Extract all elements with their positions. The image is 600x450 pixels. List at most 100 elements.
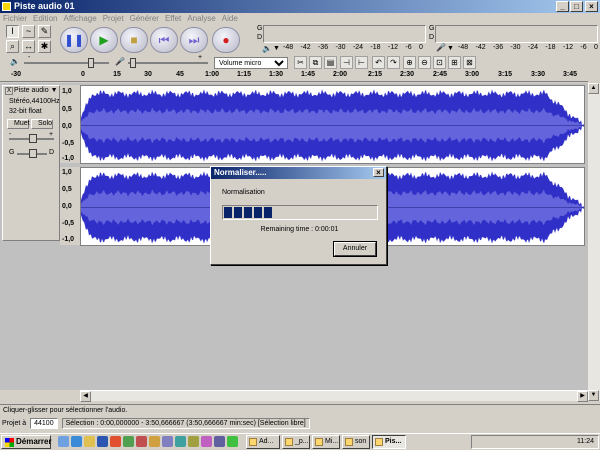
quicklaunch-app-icon[interactable] [201,436,212,447]
folder-icon [345,438,353,446]
gain-minus-label: - [9,131,12,138]
play-meter-menu-icon[interactable]: ▼ [273,45,280,52]
menu-projet[interactable]: Projet [103,13,124,24]
maximize-button[interactable]: □ [570,1,583,12]
meter-tick: 0 [418,44,423,51]
menu-analyse[interactable]: Analyse [187,13,215,24]
scale-label: 1,0 [62,169,72,176]
menu-aide[interactable]: Aide [222,13,238,24]
redo-icon[interactable]: ↷ [387,56,400,69]
quicklaunch-media-icon[interactable] [110,436,121,447]
silence-icon[interactable]: ⊢ [355,56,368,69]
record-meter[interactable] [435,25,598,43]
gain-thumb[interactable] [29,134,37,143]
trim-icon[interactable]: ⊣ [340,56,353,69]
pan-thumb[interactable] [29,149,37,158]
skip-start-button[interactable]: ⏮ [150,27,178,53]
scale-label: -0,5 [62,140,75,147]
quicklaunch-app-icon[interactable] [123,436,134,447]
rec-meter-menu-icon[interactable]: ▼ [447,45,454,52]
menu-generer[interactable]: Générer [130,13,159,24]
menu-affichage[interactable]: Affichage [63,13,96,24]
task-button[interactable]: Mi... [312,435,340,449]
output-volume-icon: 🔈 [10,57,20,66]
quicklaunch-ie-icon[interactable] [71,436,82,447]
scale-label: 0,5 [62,106,72,113]
quicklaunch-desktop-icon[interactable] [58,436,69,447]
cancel-button[interactable]: Annuler [333,241,377,257]
vertical-scrollbar[interactable]: ▲ ▼ [588,83,600,401]
paste-icon[interactable]: ▤ [324,56,337,69]
quicklaunch-app-icon[interactable] [227,436,238,447]
track-close-button[interactable]: X [5,87,13,95]
close-button[interactable]: × [585,1,598,12]
minimize-button[interactable]: _ [556,1,569,12]
scroll-left-icon[interactable]: ◀ [80,391,91,402]
dialog-close-button[interactable]: × [373,168,384,177]
menu-edition[interactable]: Edition [33,13,57,24]
horizontal-scrollbar[interactable]: ◀ ▶ [80,390,588,402]
menu-fichier[interactable]: Fichier [3,13,27,24]
quicklaunch-app-icon[interactable] [136,436,147,447]
undo-icon[interactable]: ↶ [372,56,385,69]
skip-end-button[interactable]: ⏭ [180,27,208,53]
playback-meter[interactable] [263,25,426,43]
timeshift-tool-icon[interactable]: ↔ [22,40,35,53]
app-icon [2,2,11,11]
quicklaunch-word-icon[interactable] [97,436,108,447]
cut-icon[interactable]: ✂ [294,56,307,69]
menu-effet[interactable]: Effet [165,13,181,24]
timeline-ruler[interactable]: -30 0 15 30 45 1:00 1:15 1:30 1:45 2:00 … [0,70,588,82]
ruler-tick: 15 [113,71,121,78]
fit-selection-icon[interactable]: ⊡ [433,56,446,69]
ruler-tick: 1:30 [268,71,284,78]
start-button[interactable]: Démarrer [1,435,52,449]
mute-button[interactable]: Muet [7,119,30,129]
task-label: _p... [295,438,309,445]
zoom-tool-icon[interactable]: ⌕ [6,40,19,53]
task-button[interactable]: Ad... [246,435,280,449]
quicklaunch-app-icon[interactable] [175,436,186,447]
draw-tool-icon[interactable]: ✎ [38,25,51,38]
input-volume-slider[interactable] [128,62,208,64]
input-volume-thumb[interactable] [130,58,136,68]
meter-tick: -12 [387,44,399,51]
quicklaunch-app-icon[interactable] [162,436,173,447]
copy-icon[interactable]: ⧉ [309,56,322,69]
input-source-select[interactable]: Volume micro [214,57,288,69]
zoom-in-icon[interactable]: ⊕ [403,56,416,69]
multi-tool-icon[interactable]: ✱ [38,40,51,53]
quicklaunch-app-icon[interactable] [149,436,160,447]
quicklaunch-app-icon[interactable] [188,436,199,447]
task-button-active[interactable]: Pis... [372,435,406,449]
scroll-right-icon[interactable]: ▶ [577,391,588,402]
zoom-toggle-icon[interactable]: ⊠ [463,56,476,69]
ruler-tick: 2:45 [432,71,448,78]
ruler-tick: 1:00 [204,71,220,78]
channel-2-scale: 1,0 0,5 0,0 -0,5 -1,0 [60,167,80,245]
quicklaunch-app-icon[interactable] [214,436,225,447]
stop-button[interactable]: ■ [120,27,148,53]
output-volume-thumb[interactable] [88,58,94,68]
scroll-down-icon[interactable]: ▼ [588,390,599,401]
task-button[interactable]: _p... [282,435,310,449]
selection-tool-icon[interactable]: I [6,25,19,38]
waveform-channel-1[interactable] [80,85,585,164]
pause-button[interactable]: ❚❚ [60,27,88,53]
progress-block [264,207,272,218]
ruler-tick: 2:15 [367,71,383,78]
scroll-up-icon[interactable]: ▲ [588,83,599,94]
task-label: Ad... [259,438,274,445]
solo-button[interactable]: Solo [31,119,53,129]
zoom-out-icon[interactable]: ⊖ [418,56,431,69]
project-rate-field[interactable]: 44100 [30,418,58,429]
ruler-tick: 3:45 [562,71,578,78]
play-button[interactable]: ▶ [90,27,118,53]
task-button[interactable]: son [342,435,370,449]
output-volume-slider[interactable] [24,62,109,64]
record-button[interactable]: ● [212,27,240,53]
fit-project-icon[interactable]: ⊞ [448,56,461,69]
quicklaunch-folder-icon[interactable] [84,436,95,447]
envelope-tool-icon[interactable]: ~ [22,25,35,38]
track-name-menu[interactable]: Piste audio ▼ [14,87,58,94]
